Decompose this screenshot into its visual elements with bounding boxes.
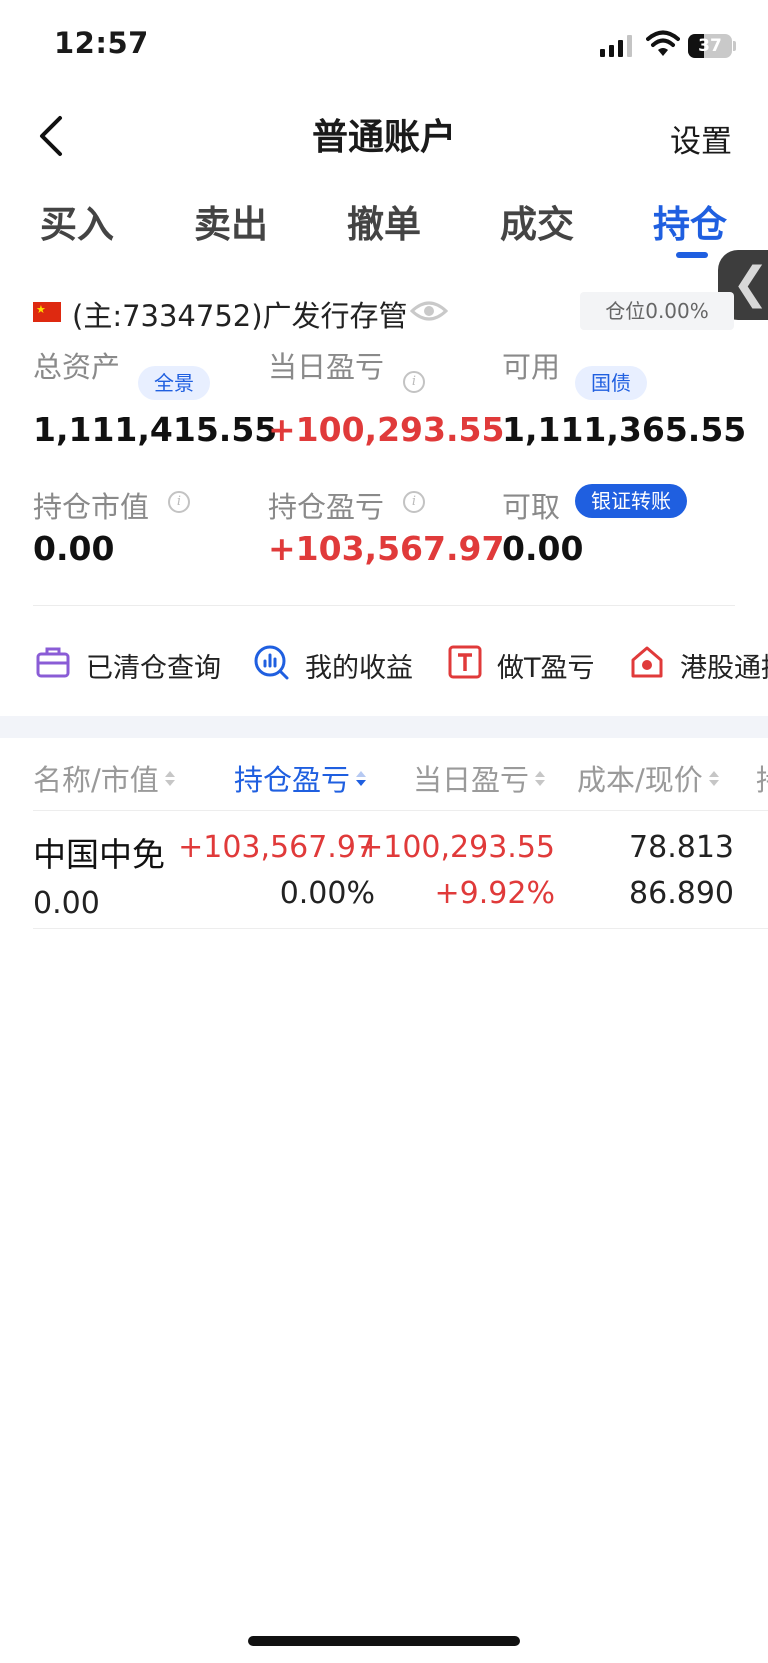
- section-gap: [0, 716, 768, 738]
- stock-price: 86.890: [629, 876, 734, 911]
- col-name-value[interactable]: 名称/市值: [33, 757, 175, 799]
- sort-desc-icon: [356, 770, 367, 786]
- briefcase-icon: [36, 647, 70, 678]
- hk-connect-link[interactable]: 港股通持: [680, 646, 768, 685]
- stock-position-pl-pct: 0.00%: [279, 876, 375, 911]
- position-pl-value: +103,567.97: [268, 529, 505, 568]
- table-row[interactable]: 中国中免 0.00 +103,567.97 0.00% +100,293.55 …: [0, 812, 768, 928]
- settings-button[interactable]: 设置: [670, 116, 732, 161]
- info-icon[interactable]: i: [168, 491, 190, 513]
- bank-transfer-button[interactable]: 银证转账: [575, 484, 687, 518]
- china-flag-icon: ★: [33, 302, 61, 322]
- stock-cost: 78.813: [629, 830, 734, 865]
- my-earnings-link[interactable]: 我的收益: [305, 646, 413, 685]
- stock-market-value: 0.00: [33, 886, 100, 921]
- withdrawable-value: 0.00: [502, 529, 584, 568]
- col-position-pl[interactable]: 持仓盈亏: [234, 757, 367, 799]
- trade-tabs: 买入 卖出 撤单 成交 持仓: [0, 194, 768, 264]
- stock-daily-pl: +100,293.55: [358, 830, 555, 865]
- col-cost-price-label: 成本/现价: [577, 763, 703, 797]
- hk-home-icon: [631, 646, 663, 678]
- position-ratio-badge: 仓位0.00%: [580, 292, 734, 330]
- row-divider: [33, 928, 768, 929]
- col-daily-pl-label: 当日盈亏: [413, 763, 530, 797]
- divider: [33, 605, 735, 606]
- market-value-value: 0.00: [33, 529, 115, 568]
- tab-sell[interactable]: 卖出: [194, 194, 268, 248]
- market-value-label: 持仓市值: [33, 490, 150, 524]
- home-indicator[interactable]: [248, 1636, 520, 1646]
- col-holdings-label: 持: [756, 757, 768, 799]
- available-value: 1,111,365.55: [502, 410, 747, 449]
- tab-deals[interactable]: 成交: [500, 194, 574, 248]
- available-label: 可用: [502, 350, 561, 384]
- chevron-left-icon: ❮: [732, 258, 768, 309]
- info-icon[interactable]: i: [403, 491, 425, 513]
- total-assets-value: 1,111,415.55: [33, 410, 278, 449]
- col-position-pl-label: 持仓盈亏: [234, 763, 351, 797]
- position-pl-label: 持仓盈亏: [268, 490, 385, 524]
- header-divider: [33, 810, 768, 811]
- tab-positions[interactable]: 持仓: [653, 194, 727, 248]
- sort-icon: [535, 770, 546, 786]
- status-time: 12:57: [54, 26, 149, 60]
- cleared-positions-link[interactable]: 已清仓查询: [86, 646, 221, 685]
- stock-name: 中国中免: [33, 835, 165, 874]
- battery-tip: [733, 41, 736, 51]
- chart-search-icon: [254, 645, 289, 680]
- daily-pl-value: +100,293.55: [268, 410, 505, 449]
- page-title: 普通账户: [311, 117, 456, 158]
- treasury-bond-tag[interactable]: 国债: [575, 366, 647, 400]
- wifi-icon: [646, 30, 680, 56]
- total-assets-label: 总资产: [33, 350, 121, 384]
- daily-pl-label: 当日盈亏: [268, 350, 385, 384]
- sort-icon: [164, 770, 175, 786]
- battery-icon: 37: [688, 34, 732, 58]
- cellular-signal-icon: [600, 33, 632, 57]
- col-name-value-label: 名称/市值: [33, 763, 159, 797]
- sort-icon: [708, 770, 719, 786]
- tab-buy[interactable]: 买入: [40, 194, 114, 248]
- col-daily-pl[interactable]: 当日盈亏: [413, 757, 546, 799]
- account-selector[interactable]: (主:7334752)广发行存管: [72, 293, 408, 335]
- battery-level: 37: [698, 36, 722, 56]
- overview-tag[interactable]: 全景: [138, 366, 210, 400]
- withdrawable-label: 可取: [502, 490, 561, 524]
- day-trade-pl-link[interactable]: 做T盈亏: [497, 646, 595, 685]
- tab-cancel[interactable]: 撤单: [347, 194, 421, 248]
- col-cost-price[interactable]: 成本/现价: [577, 757, 719, 799]
- stock-daily-pl-pct: +9.92%: [434, 876, 555, 911]
- eye-icon[interactable]: [410, 297, 448, 325]
- t-box-icon: [448, 645, 482, 679]
- stock-position-pl: +103,567.97: [178, 830, 375, 865]
- active-tab-indicator: [676, 252, 708, 258]
- info-icon[interactable]: i: [403, 371, 425, 393]
- col-holdings[interactable]: 持: [756, 757, 768, 799]
